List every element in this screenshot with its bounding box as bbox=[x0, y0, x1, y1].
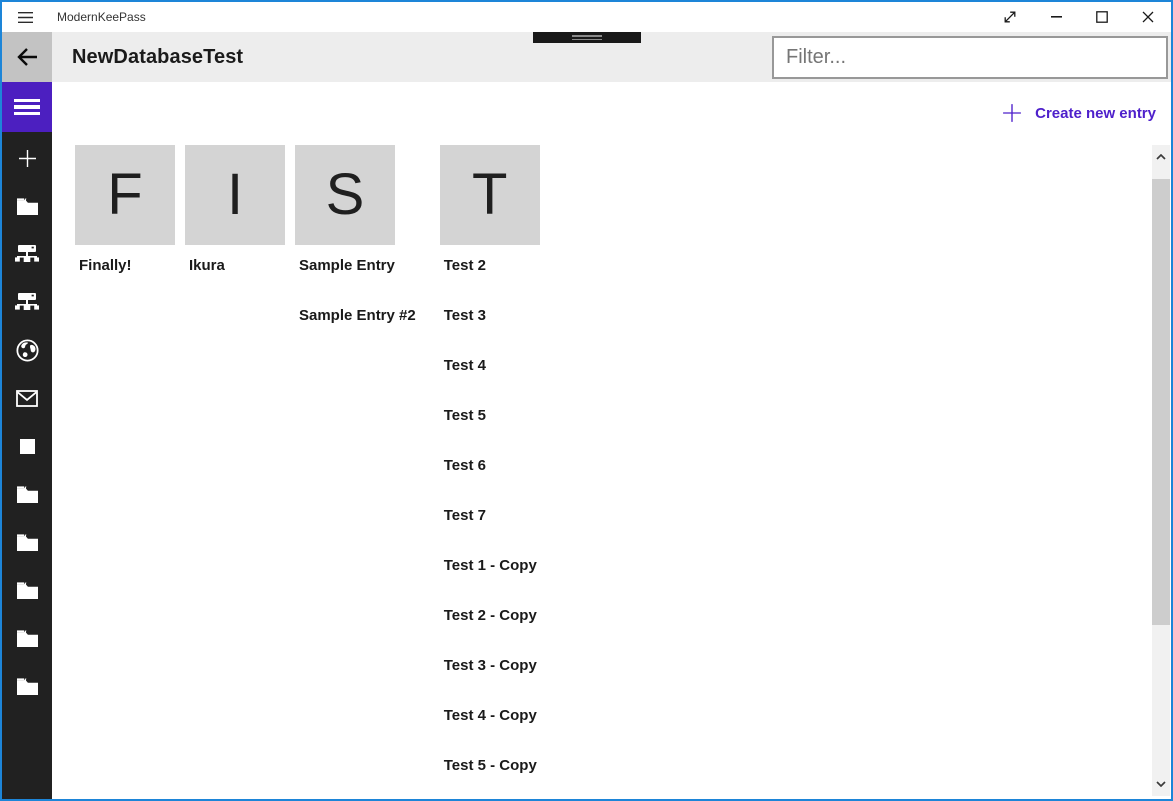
group-tile[interactable]: T bbox=[440, 145, 540, 245]
globe-icon bbox=[16, 339, 39, 362]
scrollbar-thumb[interactable] bbox=[1152, 179, 1170, 625]
entry-list: Finally! bbox=[75, 245, 175, 295]
nav-item-network[interactable] bbox=[2, 278, 52, 326]
folder-icon bbox=[17, 534, 38, 551]
group-tile[interactable]: S bbox=[295, 145, 395, 245]
network-icon bbox=[15, 245, 39, 263]
menu-icon[interactable] bbox=[2, 2, 48, 32]
entry-group: I Ikura bbox=[185, 145, 285, 295]
plus-icon bbox=[17, 148, 38, 169]
group-letter: T bbox=[472, 166, 507, 224]
resize-diagonal-button[interactable] bbox=[987, 2, 1033, 32]
entry-item[interactable]: Test 3 - Copy bbox=[440, 645, 551, 695]
nav-item-square[interactable] bbox=[2, 422, 52, 470]
nav-item-globe[interactable] bbox=[2, 326, 52, 374]
nav-rail bbox=[2, 82, 52, 799]
group-tile[interactable]: F bbox=[75, 145, 175, 245]
entry-group: S Sample EntrySample Entry #2 bbox=[295, 145, 430, 345]
maximize-icon bbox=[1096, 11, 1108, 23]
page-title: NewDatabaseTest bbox=[72, 32, 243, 82]
scrollbar[interactable] bbox=[1152, 145, 1170, 796]
entry-item[interactable]: Test 4 - Copy bbox=[440, 695, 551, 745]
nav-item-folder[interactable] bbox=[2, 614, 52, 662]
entry-item[interactable]: Test 4 bbox=[440, 345, 551, 395]
entry-group: F Finally! bbox=[75, 145, 175, 295]
entry-grid: F Finally! I Ikura S Sample EntrySample Entry… bbox=[75, 145, 561, 795]
folder-icon bbox=[17, 630, 38, 647]
hamburger-line bbox=[14, 112, 40, 116]
entry-list: Sample EntrySample Entry #2 bbox=[295, 245, 430, 345]
group-tile[interactable]: I bbox=[185, 145, 285, 245]
entry-item[interactable]: Sample Entry bbox=[295, 245, 430, 295]
handle-line bbox=[572, 35, 602, 37]
mail-icon bbox=[16, 390, 38, 407]
network-icon bbox=[15, 293, 39, 311]
maximize-button[interactable] bbox=[1079, 2, 1125, 32]
entry-item[interactable]: Test 5 bbox=[440, 395, 551, 445]
hamburger-icon bbox=[18, 11, 33, 24]
entry-item[interactable]: Test 6 bbox=[440, 445, 551, 495]
folder-icon bbox=[17, 198, 38, 215]
create-new-entry-button[interactable]: Create new entry bbox=[1001, 102, 1156, 124]
nav-item-mail[interactable] bbox=[2, 374, 52, 422]
nav-item-folder[interactable] bbox=[2, 518, 52, 566]
minimize-button[interactable] bbox=[1033, 2, 1079, 32]
entry-item[interactable]: Test 7 bbox=[440, 495, 551, 545]
group-letter: S bbox=[326, 166, 365, 224]
entry-item[interactable]: Test 2 bbox=[440, 245, 551, 295]
filter-input[interactable] bbox=[772, 36, 1168, 79]
nav-hamburger-button[interactable] bbox=[2, 82, 52, 132]
diagonal-resize-icon bbox=[1002, 9, 1018, 25]
chevron-up-icon bbox=[1156, 154, 1166, 160]
folder-icon bbox=[17, 486, 38, 503]
scrollbar-down-button[interactable] bbox=[1152, 774, 1170, 794]
plus-icon bbox=[1001, 102, 1023, 124]
entry-list: Ikura bbox=[185, 245, 285, 295]
nav-item-network[interactable] bbox=[2, 230, 52, 278]
nav-item-folder[interactable] bbox=[2, 182, 52, 230]
entry-item[interactable]: Test 2 - Copy bbox=[440, 595, 551, 645]
main-content: Create new entry F Finally! I Ikura S Sample … bbox=[52, 82, 1171, 799]
back-arrow-icon bbox=[16, 46, 39, 68]
entry-item[interactable]: Test 5 - Copy bbox=[440, 745, 551, 795]
entry-item[interactable]: Test 1 - Copy bbox=[440, 545, 551, 595]
group-letter: I bbox=[227, 166, 243, 224]
scrollbar-up-button[interactable] bbox=[1152, 147, 1170, 167]
hamburger-line bbox=[14, 99, 40, 103]
close-button[interactable] bbox=[1125, 2, 1171, 32]
entry-item[interactable]: Ikura bbox=[185, 245, 285, 295]
window-controls bbox=[987, 2, 1171, 32]
folder-icon bbox=[17, 678, 38, 695]
app-window: ModernKeePass bbox=[0, 0, 1173, 801]
chevron-down-icon bbox=[1156, 781, 1166, 787]
nav-item-plus[interactable] bbox=[2, 134, 52, 182]
entry-list: Test 2Test 3Test 4Test 5Test 6Test 7Test… bbox=[440, 245, 551, 795]
entry-item[interactable]: Test 3 bbox=[440, 295, 551, 345]
nav-item-folder[interactable] bbox=[2, 662, 52, 710]
commandbar-peek-handle[interactable] bbox=[533, 32, 641, 43]
back-button[interactable] bbox=[2, 32, 52, 82]
nav-items bbox=[2, 134, 52, 710]
close-icon bbox=[1142, 11, 1154, 23]
group-letter: F bbox=[107, 166, 142, 224]
entry-item[interactable]: Sample Entry #2 bbox=[295, 295, 430, 345]
entry-group: TTest 2Test 3Test 4Test 5Test 6Test 7Tes… bbox=[440, 145, 551, 795]
handle-line bbox=[572, 39, 602, 41]
entry-item[interactable]: Finally! bbox=[75, 245, 175, 295]
titlebar: ModernKeePass bbox=[2, 2, 1171, 32]
create-new-entry-label: Create new entry bbox=[1035, 105, 1156, 122]
hamburger-line bbox=[14, 105, 40, 109]
app-title: ModernKeePass bbox=[57, 10, 146, 24]
folder-icon bbox=[17, 582, 38, 599]
square-icon bbox=[20, 439, 35, 454]
nav-item-folder[interactable] bbox=[2, 566, 52, 614]
minimize-icon bbox=[1051, 16, 1062, 18]
nav-item-folder[interactable] bbox=[2, 470, 52, 518]
